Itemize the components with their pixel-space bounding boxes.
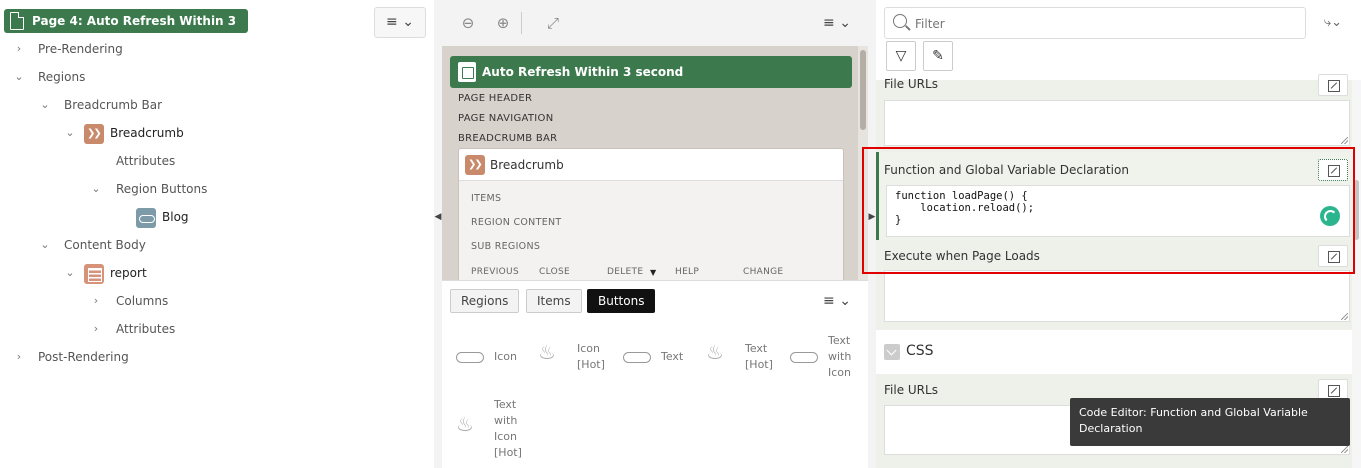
chevron-right-icon[interactable]: ›: [90, 289, 102, 313]
flame-icon: ♨: [456, 412, 474, 436]
file-urls-textarea[interactable]: [884, 100, 1350, 146]
pill-icon: [456, 352, 484, 363]
canvas-scroll-thumb[interactable]: [860, 50, 866, 130]
collapse-group-icon[interactable]: [884, 344, 900, 360]
tree-item-attributes[interactable]: Attributes: [116, 149, 175, 173]
chevron-down-icon[interactable]: ⌄: [90, 177, 102, 201]
go-to-group-button[interactable]: ⤷⌄: [1316, 12, 1350, 34]
caret-down-icon[interactable]: ▼: [650, 268, 660, 278]
tab-regions[interactable]: Regions: [450, 289, 520, 313]
tree-item-blog[interactable]: Blog: [136, 205, 189, 229]
position-change[interactable]: CHANGE: [743, 267, 783, 277]
position-close[interactable]: CLOSE: [539, 267, 570, 277]
pill-icon: [790, 352, 818, 363]
expand-editor-icon[interactable]: [1318, 74, 1348, 96]
breadcrumb-region-header[interactable]: Breadcrumb: [459, 149, 843, 181]
chevron-down-icon[interactable]: ⌄: [13, 65, 25, 89]
expand-editor-icon[interactable]: [1318, 159, 1348, 181]
chevron-down-icon[interactable]: ⌄: [39, 93, 51, 117]
collapse-left-icon[interactable]: ◀: [434, 210, 442, 224]
code-editor-tooltip: Code Editor: Function and Global Variabl…: [1070, 398, 1350, 446]
page-icon: [458, 62, 476, 82]
resize-grip-icon[interactable]: [1341, 313, 1348, 320]
breadcrumb-sub-positions: ITEMS REGION CONTENT SUB REGIONS PREVIOU…: [459, 181, 843, 280]
layout-toolbar: ⊖ ⊕ ⤢ ≡ ⌄: [442, 0, 868, 46]
code-line: location.reload();: [895, 202, 1035, 214]
canvas-scrollbar[interactable]: [858, 46, 868, 280]
breadcrumb-region-icon: [84, 123, 104, 144]
position-region-content[interactable]: REGION CONTENT: [471, 217, 562, 228]
execute-on-load-label: Execute when Page Loads: [884, 249, 1040, 263]
rendering-tree-pane: Page 4: Auto Refresh Within 3 second ≡ ⌄…: [0, 0, 434, 468]
page-icon: [10, 12, 24, 30]
fgv-label: Function and Global Variable Declaration: [884, 163, 1129, 177]
property-scroll-thumb[interactable]: [1354, 180, 1359, 240]
flame-icon: ♨: [538, 340, 556, 364]
toolbar-divider: [521, 12, 522, 34]
left-splitter[interactable]: [434, 0, 442, 468]
gallery-tabs: Regions Items Buttons ≡ ⌄: [442, 280, 868, 320]
zoom-out-icon[interactable]: ⊖: [457, 12, 479, 34]
chevron-right-icon[interactable]: ›: [13, 37, 25, 61]
resize-grip-icon[interactable]: [1341, 446, 1348, 453]
chevron-right-icon[interactable]: ›: [13, 345, 25, 369]
layout-menu-button[interactable]: ≡ ⌄: [820, 12, 854, 34]
collapse-right-icon[interactable]: ▶: [868, 210, 876, 224]
expand-editor-icon[interactable]: [1318, 245, 1348, 267]
css-file-urls-label: File URLs: [884, 383, 938, 397]
tab-buttons[interactable]: Buttons: [587, 289, 656, 313]
position-previous[interactable]: PREVIOUS: [471, 267, 519, 277]
canvas-breadcrumb-region[interactable]: Breadcrumb ITEMS REGION CONTENT SUB REGI…: [458, 148, 844, 280]
filter-icon[interactable]: ▽: [886, 41, 916, 71]
filter-field[interactable]: [884, 7, 1306, 39]
button-icon: [136, 207, 156, 228]
position-page-navigation[interactable]: PAGE NAVIGATION: [458, 113, 554, 124]
report-region-icon: [84, 263, 104, 284]
page-designer: Page 4: Auto Refresh Within 3 second ≡ ⌄…: [0, 0, 1361, 468]
code-line: function loadPage() {: [895, 190, 1028, 202]
property-editor-scrollbar[interactable]: [1352, 80, 1361, 468]
layout-canvas: Auto Refresh Within 3 second PAGE HEADER…: [442, 46, 858, 280]
zoom-in-icon[interactable]: ⊕: [492, 12, 514, 34]
page-node[interactable]: Page 4: Auto Refresh Within 3 second: [4, 9, 248, 52]
position-breadcrumb-bar[interactable]: BREADCRUMB BAR: [458, 133, 557, 144]
breadcrumb-region-icon: [465, 155, 485, 175]
filter-input[interactable]: [915, 15, 1295, 33]
position-sub-regions[interactable]: SUB REGIONS: [471, 241, 540, 252]
pencil-icon[interactable]: ✎: [923, 41, 953, 71]
file-urls-label: File URLs: [884, 77, 938, 91]
canvas-page-header[interactable]: Auto Refresh Within 3 second: [450, 56, 852, 88]
fgv-code-editor[interactable]: function loadPage() { location.reload();…: [886, 185, 1350, 237]
gallery-menu-button[interactable]: ≡ ⌄: [820, 290, 854, 312]
css-group-header[interactable]: CSS: [876, 330, 1352, 374]
chevron-down-icon[interactable]: ⌄: [64, 261, 76, 285]
resize-grip-icon[interactable]: [1341, 137, 1348, 144]
position-help[interactable]: HELP: [675, 267, 699, 277]
button-gallery: Icon ♨ Icon [Hot] Text ♨ Text [Hot] Text…: [442, 320, 868, 468]
loading-spinner-icon: [1320, 206, 1340, 226]
execute-on-load-textarea[interactable]: [884, 270, 1350, 322]
css-group-title: CSS: [906, 343, 934, 359]
chevron-right-icon[interactable]: ›: [90, 317, 102, 341]
tab-items[interactable]: Items: [526, 289, 582, 313]
tree-menu-button[interactable]: ≡ ⌄: [374, 7, 426, 38]
chevron-down-icon[interactable]: ⌄: [39, 233, 51, 257]
flame-icon: ♨: [706, 340, 724, 364]
expand-icon[interactable]: ⤢: [542, 12, 564, 34]
layout-pane: ⊖ ⊕ ⤢ ≡ ⌄ Auto Refresh Within 3 second P…: [442, 0, 868, 468]
search-icon: [893, 14, 907, 28]
chevron-down-icon[interactable]: ⌄: [64, 121, 76, 145]
position-page-header[interactable]: PAGE HEADER: [458, 93, 532, 104]
pill-icon: [623, 352, 651, 363]
property-editor-toolbar: ⤷⌄ ▽ ✎: [876, 0, 1361, 80]
code-line: }: [895, 214, 902, 226]
position-delete[interactable]: DELETE: [607, 267, 643, 277]
position-items[interactable]: ITEMS: [471, 193, 501, 204]
